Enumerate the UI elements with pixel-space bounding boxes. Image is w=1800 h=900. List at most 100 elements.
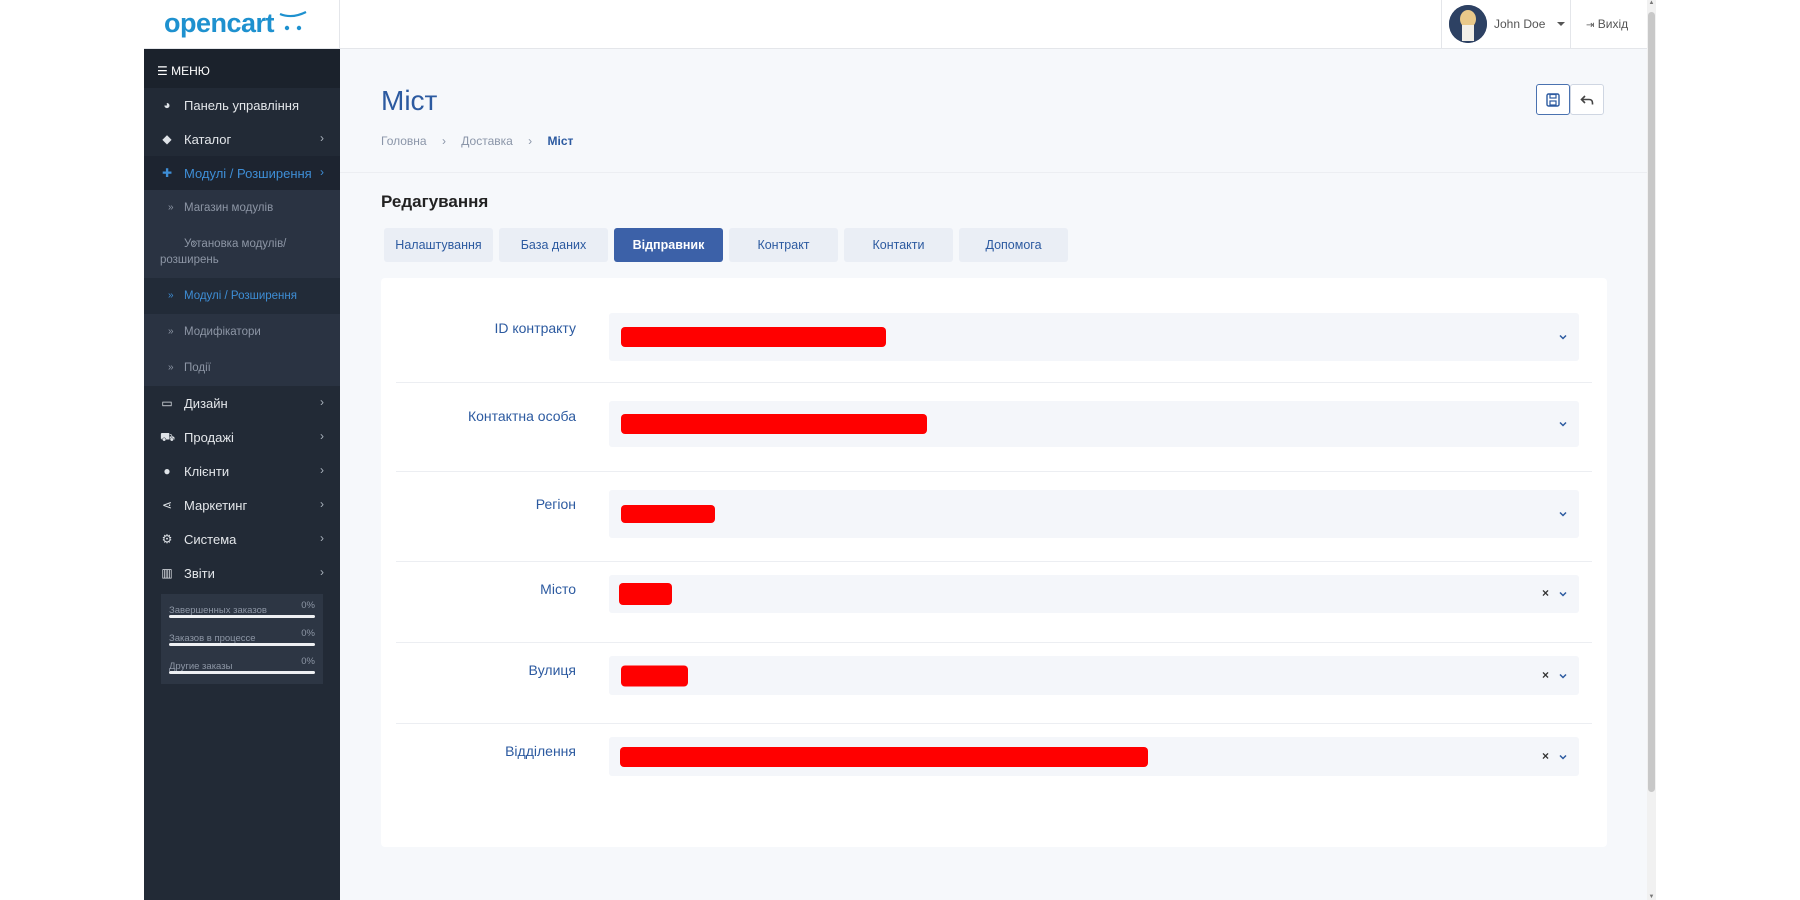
submenu-item-installer[interactable]: » Установка модулів/ розширень bbox=[144, 226, 340, 278]
field-label: Відділення bbox=[505, 743, 576, 759]
scrollbar-thumb[interactable] bbox=[1648, 12, 1655, 792]
tab-database[interactable]: База даних bbox=[499, 228, 608, 262]
menu-toggle[interactable]: ☰ МЕНЮ bbox=[144, 49, 340, 88]
sidebar-item-extensions[interactable]: ✚ Модулі / Розширення › bbox=[144, 156, 340, 190]
tab-settings[interactable]: Налаштування bbox=[384, 228, 493, 262]
clear-icon[interactable]: × bbox=[1542, 749, 1549, 763]
redacted-value bbox=[621, 505, 715, 523]
user-menu[interactable]: John Doe bbox=[1441, 0, 1571, 49]
stat-value: 0% bbox=[301, 600, 315, 611]
tab-contract[interactable]: Контракт bbox=[729, 228, 838, 262]
sidebar-item-label: Каталог bbox=[184, 132, 232, 147]
share-icon: ⋖ bbox=[161, 498, 173, 512]
submenu-item-label: Магазин модулів bbox=[184, 202, 274, 214]
logo: opencart bbox=[164, 8, 275, 38]
tab-help[interactable]: Допомога bbox=[959, 228, 1068, 262]
vertical-scrollbar[interactable]: ▲ ▼ bbox=[1647, 0, 1656, 900]
breadcrumb-home[interactable]: Головна bbox=[381, 134, 427, 148]
form-row-city: Місто × bbox=[396, 562, 1592, 643]
bars-icon: ☰ bbox=[157, 64, 168, 78]
redacted-value bbox=[621, 665, 688, 686]
main-content: Міст Головна › Доставка › Міст Редагуван… bbox=[340, 49, 1647, 900]
menu-label: МЕНЮ bbox=[171, 64, 210, 78]
gear-icon: ⚙ bbox=[161, 532, 173, 546]
redacted-value bbox=[621, 327, 886, 347]
logout-link[interactable]: ⇥ Вихід bbox=[1586, 17, 1628, 31]
tab-contacts[interactable]: Контакти bbox=[844, 228, 953, 262]
chevron-right-icon: › bbox=[320, 131, 324, 145]
stat-processing: Заказов в процессе 0% bbox=[169, 628, 315, 656]
chevron-right-icon: › bbox=[320, 165, 324, 179]
submenu-item-label: Модифікатори bbox=[184, 326, 261, 338]
sidebar-item-marketing[interactable]: ⋖ Маркетинг › bbox=[144, 488, 340, 522]
scroll-down-icon[interactable]: ▼ bbox=[1647, 894, 1656, 900]
page-title: Міст bbox=[381, 85, 438, 116]
progress-bar bbox=[169, 643, 315, 646]
bar-chart-icon: ▥ bbox=[161, 566, 173, 580]
chevron-right-icon: › bbox=[320, 463, 324, 477]
city-select[interactable]: × bbox=[609, 575, 1579, 613]
contact-person-select[interactable] bbox=[609, 401, 1579, 447]
redacted-value bbox=[620, 746, 1148, 767]
street-select[interactable]: × bbox=[609, 656, 1579, 695]
desktop-icon: ▭ bbox=[161, 396, 173, 410]
contract-id-select[interactable] bbox=[609, 313, 1579, 361]
form-row-region: Регіон bbox=[396, 472, 1592, 562]
stat-value: 0% bbox=[301, 656, 315, 667]
chevron-right-icon: › bbox=[320, 497, 324, 511]
warehouse-select[interactable]: × bbox=[609, 737, 1579, 776]
save-button[interactable] bbox=[1536, 84, 1570, 115]
sidebar-item-customers[interactable]: ● Клієнти › bbox=[144, 454, 340, 488]
sidebar-item-label: Клієнти bbox=[184, 464, 230, 479]
chevron-right-icon: › bbox=[441, 133, 446, 148]
puzzle-icon: ✚ bbox=[161, 166, 173, 180]
clear-icon[interactable]: × bbox=[1542, 586, 1549, 600]
page-header: Міст Головна › Доставка › Міст bbox=[340, 49, 1647, 173]
chevron-down-icon bbox=[1559, 511, 1567, 517]
sign-out-icon: ⇥ bbox=[1586, 20, 1595, 31]
field-label: ID контракту bbox=[494, 320, 576, 336]
user-icon: ● bbox=[163, 464, 171, 478]
extensions-submenu: » Магазин модулів » Установка модулів/ р… bbox=[144, 190, 340, 386]
breadcrumb-current[interactable]: Міст bbox=[548, 134, 574, 148]
submenu-item-marketplace[interactable]: » Магазин модулів bbox=[144, 190, 340, 226]
progress-bar bbox=[169, 671, 315, 674]
clear-icon[interactable]: × bbox=[1542, 668, 1549, 682]
sidebar-item-catalog[interactable]: ◆ Каталог › bbox=[144, 122, 340, 156]
field-label: Місто bbox=[540, 581, 576, 597]
field-label: Регіон bbox=[535, 496, 576, 512]
double-chevron-icon: » bbox=[168, 290, 174, 301]
sidebar-item-design[interactable]: ▭ Дизайн › bbox=[144, 386, 340, 420]
region-select[interactable] bbox=[609, 490, 1579, 538]
avatar bbox=[1449, 5, 1487, 43]
cart-logo-icon bbox=[279, 11, 307, 31]
dashboard-icon: ◕ bbox=[163, 98, 171, 112]
sidebar-item-sales[interactable]: ⛟ Продажі › bbox=[144, 420, 340, 454]
chevron-right-icon: › bbox=[320, 531, 324, 545]
submenu-item-label: Події bbox=[184, 362, 211, 374]
sidebar-item-reports[interactable]: ▥ Звіти › bbox=[144, 556, 340, 590]
sidebar-item-label: Система bbox=[184, 532, 237, 547]
redacted-value bbox=[619, 583, 672, 605]
breadcrumb: Головна › Доставка › Міст bbox=[381, 133, 573, 148]
submenu-item-label: Модулі / Розширення bbox=[184, 290, 297, 302]
submenu-item-extensions[interactable]: » Модулі / Розширення bbox=[144, 278, 340, 314]
double-chevron-icon: » bbox=[168, 202, 174, 213]
logo-area[interactable]: opencart bbox=[144, 0, 340, 49]
form-row-warehouse: Відділення × bbox=[396, 724, 1592, 804]
user-name: John Doe bbox=[1494, 17, 1546, 31]
submenu-item-modifications[interactable]: » Модифікатори bbox=[144, 314, 340, 350]
order-stats: Завершенных заказов 0% Заказов в процесс… bbox=[161, 594, 323, 684]
form-panel: ID контракту Контактна особа Регіон Міст… bbox=[381, 278, 1607, 847]
sidebar-item-dashboard[interactable]: ◕ Панель управління bbox=[144, 88, 340, 122]
form-row-contact-person: Контактна особа bbox=[396, 383, 1592, 472]
submenu-item-events[interactable]: » Події bbox=[144, 350, 340, 386]
progress-bar bbox=[169, 615, 315, 618]
sidebar-item-system[interactable]: ⚙ Система › bbox=[144, 522, 340, 556]
scroll-up-icon[interactable]: ▲ bbox=[1647, 0, 1656, 6]
breadcrumb-shipping[interactable]: Доставка bbox=[461, 134, 513, 148]
reply-icon bbox=[1580, 95, 1594, 105]
stat-other: Другие заказы 0% bbox=[169, 656, 315, 684]
back-button[interactable] bbox=[1570, 84, 1604, 115]
tab-sender[interactable]: Відправник bbox=[614, 228, 723, 262]
